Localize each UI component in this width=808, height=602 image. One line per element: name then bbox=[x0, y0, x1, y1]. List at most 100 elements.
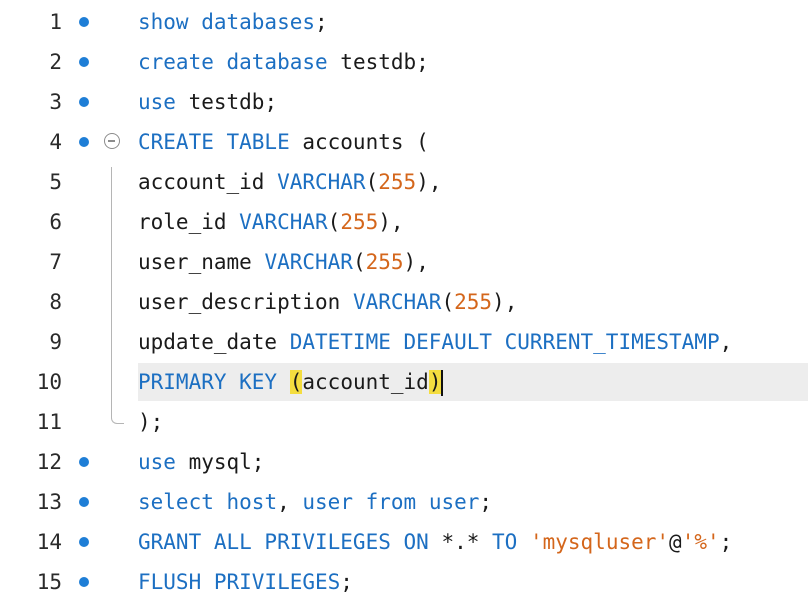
code-token: update_date bbox=[138, 330, 290, 354]
code-token: mysql; bbox=[175, 450, 265, 474]
code-line[interactable]: 13 select host, user from user; bbox=[0, 482, 808, 522]
code-line[interactable]: 1 show databases; bbox=[0, 2, 808, 42]
statement-marker-icon[interactable] bbox=[79, 97, 89, 107]
code-token: , bbox=[277, 490, 303, 514]
line-number: 5 bbox=[49, 170, 62, 194]
code-token: *.* bbox=[428, 530, 493, 554]
sql-keyword: VARCHAR bbox=[264, 250, 353, 274]
code-token: testdb; bbox=[175, 90, 278, 114]
line-number: 8 bbox=[49, 290, 62, 314]
code-token: account_id bbox=[138, 170, 278, 194]
code-text[interactable]: CREATE TABLE accounts ( bbox=[138, 122, 429, 162]
code-token: , bbox=[719, 330, 733, 354]
line-number: 14 bbox=[36, 530, 62, 554]
code-token: accounts ( bbox=[289, 130, 429, 154]
sql-keyword: select bbox=[138, 490, 214, 514]
code-token: ), bbox=[403, 250, 429, 274]
sql-number: 255 bbox=[378, 170, 417, 194]
line-number: 2 bbox=[49, 50, 62, 74]
sql-keyword: TO bbox=[492, 530, 518, 554]
code-token: ), bbox=[492, 290, 518, 314]
code-line[interactable]: 2 create database testdb; bbox=[0, 42, 808, 82]
code-token: ( bbox=[327, 210, 341, 234]
statement-marker-icon[interactable] bbox=[79, 457, 89, 467]
code-text[interactable]: update_date DATETIME DEFAULT CURRENT_TIM… bbox=[138, 322, 732, 362]
sql-keyword: VARCHAR bbox=[277, 170, 366, 194]
code-token: role_id bbox=[138, 210, 240, 234]
code-text[interactable]: user_name VARCHAR(255), bbox=[138, 242, 429, 282]
code-line[interactable]: 3 use testdb; bbox=[0, 82, 808, 122]
sql-number: 255 bbox=[454, 290, 493, 314]
code-token: ) bbox=[428, 370, 442, 394]
code-text[interactable]: GRANT ALL PRIVILEGES ON *.* TO 'mysqluse… bbox=[138, 522, 732, 562]
code-text[interactable]: account_id VARCHAR(255), bbox=[138, 162, 441, 202]
code-line[interactable]: 7 user_name VARCHAR(255), bbox=[0, 242, 808, 282]
code-token: ( bbox=[441, 290, 455, 314]
sql-keyword: CREATE TABLE bbox=[138, 130, 290, 154]
code-token: ; bbox=[479, 490, 493, 514]
code-token: ), bbox=[416, 170, 442, 194]
statement-marker-icon[interactable] bbox=[79, 137, 89, 147]
code-token: testdb; bbox=[327, 50, 429, 74]
code-editor[interactable]: 1 show databases; 2 create database testdb;… bbox=[0, 0, 808, 600]
code-token: ); bbox=[138, 410, 164, 434]
code-token: ; bbox=[340, 570, 353, 594]
line-number: 12 bbox=[36, 450, 62, 474]
code-token: user_description bbox=[138, 290, 353, 314]
sql-keyword: host bbox=[226, 490, 278, 514]
line-number: 4 bbox=[49, 130, 62, 154]
code-token: user_name bbox=[138, 250, 265, 274]
code-token: ; bbox=[315, 10, 328, 34]
code-line[interactable]: 14 GRANT ALL PRIVILEGES ON *.* TO 'mysqlu… bbox=[0, 522, 808, 562]
code-line[interactable]: 9 update_date DATETIME DEFAULT CURRENT_TI… bbox=[0, 322, 808, 362]
code-text[interactable]: use mysql; bbox=[138, 442, 264, 482]
code-line[interactable]: 12 use mysql; bbox=[0, 442, 808, 482]
code-text[interactable]: use testdb; bbox=[138, 82, 277, 122]
statement-marker-icon[interactable] bbox=[79, 577, 89, 587]
code-line[interactable]: 8 user_description VARCHAR(255), bbox=[0, 282, 808, 322]
sql-number: 255 bbox=[340, 210, 379, 234]
statement-marker-icon[interactable] bbox=[79, 537, 89, 547]
code-line[interactable]: 10 PRIMARY KEY (account_id) bbox=[0, 362, 808, 402]
sql-keyword: use bbox=[138, 90, 176, 114]
sql-keyword: create database bbox=[138, 50, 328, 74]
code-text[interactable]: user_description VARCHAR(255), bbox=[138, 282, 517, 322]
sql-keyword: show databases bbox=[138, 10, 316, 34]
sql-number: 255 bbox=[365, 250, 404, 274]
code-line[interactable]: 6 role_id VARCHAR(255), bbox=[0, 202, 808, 242]
fold-collapse-icon[interactable] bbox=[104, 133, 120, 149]
sql-keyword: VARCHAR bbox=[352, 290, 442, 314]
code-text[interactable]: select host, user from user; bbox=[138, 482, 492, 522]
line-number: 7 bbox=[49, 250, 62, 274]
code-line[interactable]: 15 FLUSH PRIVILEGES; bbox=[0, 562, 808, 602]
line-number: 3 bbox=[49, 90, 62, 114]
line-number: 6 bbox=[49, 210, 62, 234]
code-token: ( bbox=[289, 370, 303, 394]
line-number: 11 bbox=[36, 410, 62, 434]
statement-marker-icon[interactable] bbox=[79, 57, 89, 67]
code-line[interactable]: 11); bbox=[0, 402, 808, 442]
sql-keyword: PRIMARY KEY bbox=[138, 370, 278, 394]
line-number: 1 bbox=[49, 10, 62, 34]
code-text[interactable]: create database testdb; bbox=[138, 42, 429, 82]
line-number: 10 bbox=[36, 370, 62, 394]
code-token: @ bbox=[669, 530, 682, 554]
code-text[interactable]: ); bbox=[138, 402, 163, 442]
statement-marker-icon[interactable] bbox=[79, 497, 89, 507]
line-number: 15 bbox=[36, 570, 62, 594]
text-cursor bbox=[441, 370, 444, 396]
code-text[interactable]: show databases; bbox=[138, 2, 328, 42]
line-number: 13 bbox=[36, 490, 62, 514]
sql-keyword: VARCHAR bbox=[239, 210, 328, 234]
code-text[interactable]: PRIMARY KEY (account_id) bbox=[138, 362, 444, 402]
code-text[interactable]: role_id VARCHAR(255), bbox=[138, 202, 404, 242]
sql-string: 'mysqluser' bbox=[529, 530, 670, 554]
statement-marker-icon[interactable] bbox=[79, 17, 89, 27]
code-line[interactable]: 4 CREATE TABLE accounts ( bbox=[0, 122, 808, 162]
code-text[interactable]: FLUSH PRIVILEGES; bbox=[138, 562, 353, 602]
code-line[interactable]: 5 account_id VARCHAR(255), bbox=[0, 162, 808, 202]
code-token: ; bbox=[719, 530, 733, 554]
